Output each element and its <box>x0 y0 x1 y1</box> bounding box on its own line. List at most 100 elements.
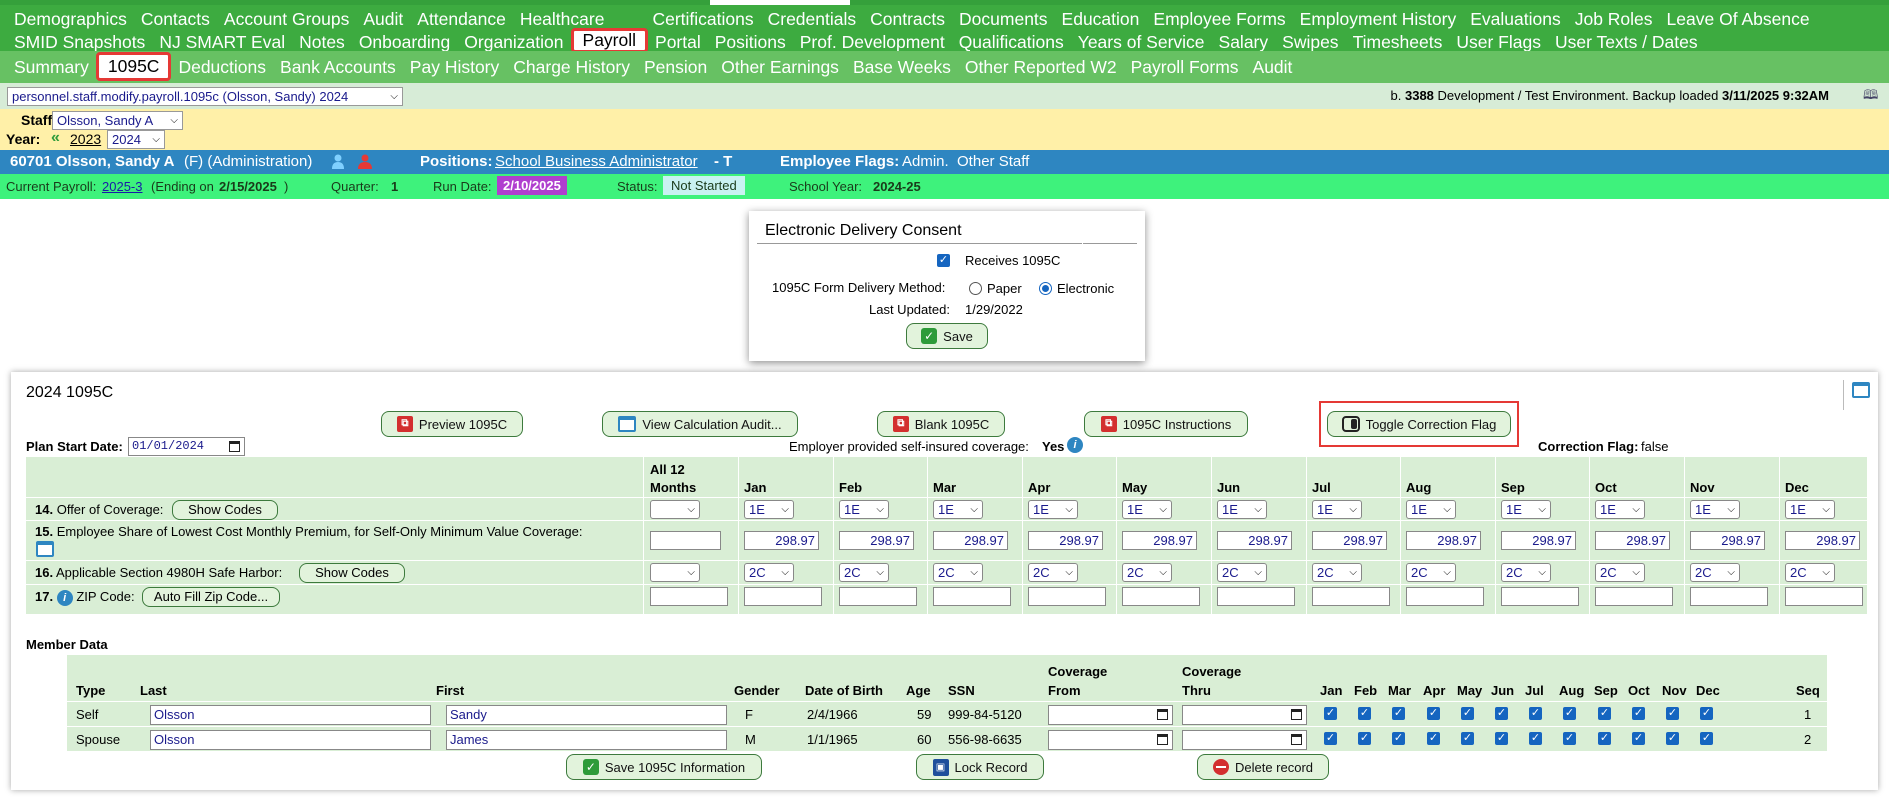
offer-code-select[interactable]: 1E ⌵ <box>1406 500 1456 519</box>
subtab-deductions[interactable]: Deductions <box>171 51 273 83</box>
premium-input[interactable]: 298.97 <box>1312 531 1387 550</box>
nav-payroll[interactable]: Payroll <box>570 28 649 53</box>
nav-employment-history[interactable]: Employment History <box>1293 8 1464 31</box>
harbor-code-select[interactable]: 2C ⌵ <box>1122 563 1172 582</box>
harbor-code-select[interactable]: 2C ⌵ <box>933 563 983 582</box>
position-link[interactable]: School Business Administrator <box>495 153 698 170</box>
month-coverage-checkbox[interactable]: ✓ <box>1358 707 1371 720</box>
member-last-input[interactable]: Olsson <box>150 705 431 725</box>
auto-fill-zip-button[interactable]: Auto Fill Zip Code... <box>142 587 280 607</box>
premium-input[interactable]: 298.97 <box>1595 531 1670 550</box>
month-coverage-checkbox[interactable]: ✓ <box>1324 707 1337 720</box>
month-coverage-checkbox[interactable]: ✓ <box>1529 707 1542 720</box>
offer-all-12-select[interactable]: ⌵ <box>650 500 700 519</box>
year-select[interactable]: 2024 ⌵ <box>107 130 165 149</box>
month-coverage-checkbox[interactable]: ✓ <box>1529 732 1542 745</box>
month-coverage-checkbox[interactable]: ✓ <box>1632 732 1645 745</box>
coverage-from-input[interactable] <box>1048 730 1173 750</box>
premium-input[interactable]: 298.97 <box>1690 531 1765 550</box>
offer-code-select[interactable]: 1E ⌵ <box>1217 500 1267 519</box>
previous-year-icon[interactable]: « <box>51 129 60 147</box>
month-coverage-checkbox[interactable]: ✓ <box>1495 732 1508 745</box>
month-coverage-checkbox[interactable]: ✓ <box>1461 707 1474 720</box>
nav-certifications[interactable]: Certifications <box>645 8 760 31</box>
premium-input[interactable]: 298.97 <box>839 531 914 550</box>
harbor-code-select[interactable]: 2C ⌵ <box>1595 563 1645 582</box>
month-coverage-checkbox[interactable]: ✓ <box>1666 707 1679 720</box>
harbor-code-select[interactable]: 2C ⌵ <box>1785 563 1835 582</box>
view-calculation-audit-button[interactable]: View Calculation Audit... <box>602 411 798 437</box>
receives-1095c-checkbox[interactable]: ✓ <box>937 252 950 268</box>
harbor-code-select[interactable]: 2C ⌵ <box>1312 563 1362 582</box>
month-coverage-checkbox[interactable]: ✓ <box>1427 707 1440 720</box>
zip-input[interactable] <box>1028 587 1106 606</box>
offer-code-select[interactable]: 1E ⌵ <box>839 500 889 519</box>
info-icon[interactable]: i <box>1067 437 1083 453</box>
person-icon[interactable] <box>332 154 344 169</box>
subtab-bank-accounts[interactable]: Bank Accounts <box>273 51 403 83</box>
nav-demographics[interactable]: Demographics <box>7 8 134 31</box>
user-alert-icon[interactable] <box>358 154 372 169</box>
premium-input[interactable]: 298.97 <box>1122 531 1197 550</box>
month-coverage-checkbox[interactable]: ✓ <box>1700 732 1713 745</box>
calendar-icon[interactable] <box>36 541 54 557</box>
premium-input[interactable]: 298.97 <box>1501 531 1576 550</box>
harbor-code-select[interactable]: 2C ⌵ <box>839 563 889 582</box>
harbor-all-12-select[interactable]: ⌵ <box>650 563 700 582</box>
month-coverage-checkbox[interactable]: ✓ <box>1495 707 1508 720</box>
subtab-1095c[interactable]: 1095C <box>95 52 172 81</box>
offer-code-select[interactable]: 1E ⌵ <box>1028 500 1078 519</box>
toggle-correction-flag-button[interactable]: Toggle Correction Flag <box>1327 411 1511 437</box>
month-coverage-checkbox[interactable]: ✓ <box>1666 732 1679 745</box>
subtab-other-earnings[interactable]: Other Earnings <box>714 51 846 83</box>
month-coverage-checkbox[interactable]: ✓ <box>1598 707 1611 720</box>
premium-input[interactable]: 298.97 <box>1785 531 1860 550</box>
lock-record-button[interactable]: ▣ Lock Record <box>916 754 1044 780</box>
month-coverage-checkbox[interactable]: ✓ <box>1700 707 1713 720</box>
zip-input[interactable] <box>1217 587 1295 606</box>
coverage-thru-input[interactable] <box>1182 705 1307 725</box>
harbor-code-select[interactable]: 2C ⌵ <box>744 563 794 582</box>
offer-code-select[interactable]: 1E ⌵ <box>744 500 794 519</box>
nav-account-groups[interactable]: Account Groups <box>217 8 356 31</box>
month-coverage-checkbox[interactable]: ✓ <box>1598 732 1611 745</box>
offer-code-select[interactable]: 1E ⌵ <box>1501 500 1551 519</box>
offer-code-select[interactable]: 1E ⌵ <box>1122 500 1172 519</box>
zip-input[interactable] <box>1406 587 1484 606</box>
nav-education[interactable]: Education <box>1055 8 1147 31</box>
calendar-icon[interactable] <box>1852 382 1870 401</box>
month-coverage-checkbox[interactable]: ✓ <box>1563 707 1576 720</box>
help-icon[interactable]: 🕮 <box>1863 86 1883 104</box>
blank-1095c-button[interactable]: ⧉ Blank 1095C <box>877 411 1005 437</box>
plan-start-date-input[interactable]: 01/01/2024 <box>128 437 245 456</box>
month-coverage-checkbox[interactable]: ✓ <box>1632 707 1645 720</box>
subtab-pay-history[interactable]: Pay History <box>403 51 506 83</box>
month-coverage-checkbox[interactable]: ✓ <box>1392 732 1405 745</box>
offer-code-select[interactable]: 1E ⌵ <box>1312 500 1362 519</box>
subtab-audit[interactable]: Audit <box>1246 51 1300 83</box>
subtab-charge-history[interactable]: Charge History <box>506 51 637 83</box>
staff-select[interactable]: Olsson, Sandy A ⌵ <box>52 111 183 130</box>
month-coverage-checkbox[interactable]: ✓ <box>1427 732 1440 745</box>
consent-save-button[interactable]: ✓ Save <box>906 323 988 349</box>
show-codes-offer-button[interactable]: Show Codes <box>172 500 278 520</box>
premium-all-12-input[interactable] <box>650 531 721 550</box>
coverage-thru-input[interactable] <box>1182 730 1307 750</box>
nav-evaluations[interactable]: Evaluations <box>1463 8 1567 31</box>
subtab-base-weeks[interactable]: Base Weeks <box>846 51 958 83</box>
nav-contracts[interactable]: Contracts <box>863 8 952 31</box>
zip-all-12-input[interactable] <box>650 587 728 606</box>
nav-leave-of-absence[interactable]: Leave Of Absence <box>1660 8 1817 31</box>
1095c-instructions-button[interactable]: ⧉ 1095C Instructions <box>1084 411 1248 437</box>
nav-job-roles[interactable]: Job Roles <box>1568 8 1660 31</box>
nav-audit[interactable]: Audit <box>356 8 410 31</box>
subtab-pension[interactable]: Pension <box>637 51 714 83</box>
subtab-summary[interactable]: Summary <box>7 51 96 83</box>
premium-input[interactable]: 298.97 <box>1217 531 1292 550</box>
harbor-code-select[interactable]: 2C ⌵ <box>1028 563 1078 582</box>
offer-code-select[interactable]: 1E ⌵ <box>933 500 983 519</box>
member-first-input[interactable]: Sandy <box>446 705 727 725</box>
nav-attendance[interactable]: Attendance <box>410 8 513 31</box>
zip-input[interactable] <box>1122 587 1200 606</box>
offer-code-select[interactable]: 1E ⌵ <box>1595 500 1645 519</box>
